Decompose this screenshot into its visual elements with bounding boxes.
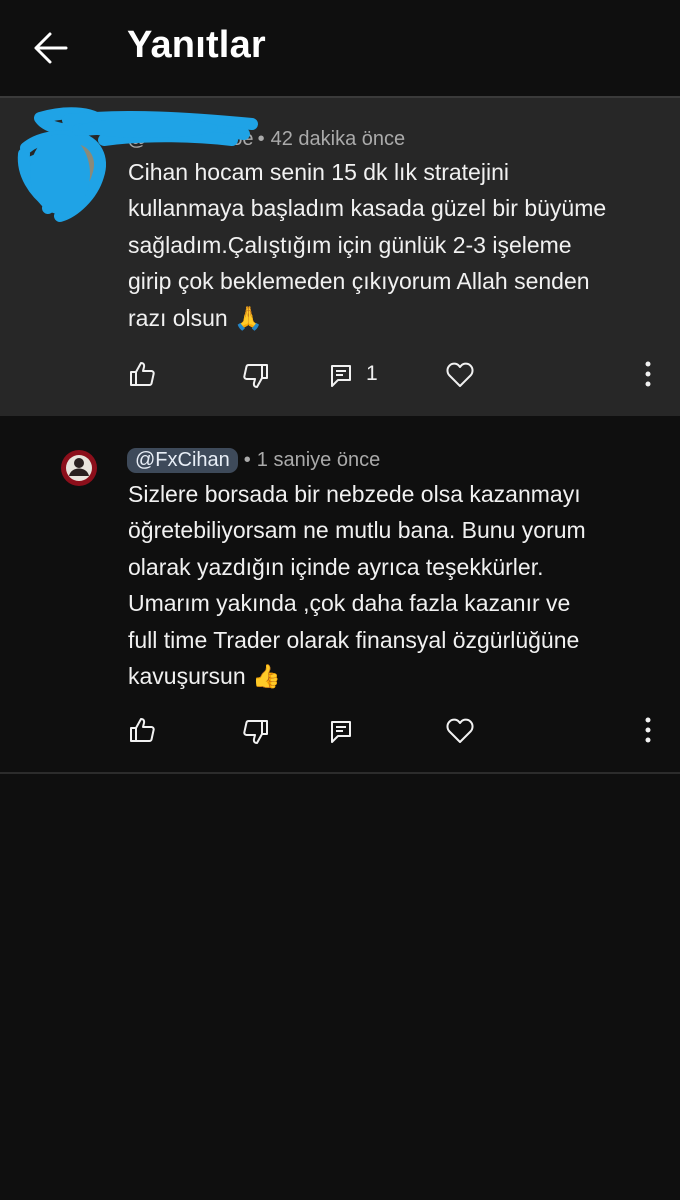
like-button[interactable] [128,360,156,388]
dislike-icon [243,364,268,388]
comment-text: Sizlere borsada bir nebzede olsa kazanma… [128,476,658,694]
reply-comment: @FxCihan • 1 saniye önce Sizlere borsada b… [0,416,680,774]
comment-author[interactable]: @FxCihan [127,448,238,473]
back-arrow-icon [34,32,68,64]
like-icon [130,718,155,742]
heart-icon [446,362,474,387]
comment-time: 1 saniye önce [256,449,381,471]
reply-button[interactable] [330,364,352,388]
top-app-bar: Yanıtlar [0,0,680,98]
avatar-face-icon [66,455,92,481]
comment-line: sağladım.Çalıştığım için günlük 2-3 işel… [128,231,572,258]
more-options-button[interactable] [640,716,656,744]
like-icon [130,362,155,386]
comment-meta: @FxCihan • 1 saniye önce [127,448,380,473]
reply-icon [331,721,351,743]
comment-line: kavuşursun 👍 [128,663,281,690]
reply-count: 1 [366,362,378,385]
page-title: Yanıtlar [127,24,266,66]
more-options-button[interactable] [640,360,656,388]
comment-line: full time Trader olarak finansyal özgürl… [128,626,580,653]
comment-time: 42 dakika önce [270,128,406,150]
more-vert-icon [645,717,651,743]
heart-icon [446,718,474,743]
heart-button[interactable] [446,718,474,744]
comment-line: Sizlere borsada bir nebzede olsa kazanma… [128,481,581,507]
like-button[interactable] [128,716,156,744]
comment-line: olarak yazdığın içinde ayrıca teşekkürle… [128,553,544,580]
back-button[interactable] [28,26,72,70]
avatar[interactable] [61,450,97,486]
comment-line: öğretebiliyorsam ne mutlu bana. Bunu yor… [128,517,586,544]
more-vert-icon [645,361,651,387]
meta-separator: • [243,449,251,471]
dislike-button[interactable] [242,362,270,390]
heart-button[interactable] [446,362,474,388]
comment-line: Umarım yakında ,çok daha fazla kazanır v… [128,590,571,617]
dislike-button[interactable] [242,718,270,746]
comment-line: girip çok beklemeden çıkıyorum Allah sen… [128,268,590,295]
reply-icon [331,365,351,387]
reply-button[interactable] [330,720,352,744]
dislike-icon [243,720,268,744]
comment-line: razı olsun 🙏 [128,304,263,331]
redaction-scribble [17,107,258,222]
